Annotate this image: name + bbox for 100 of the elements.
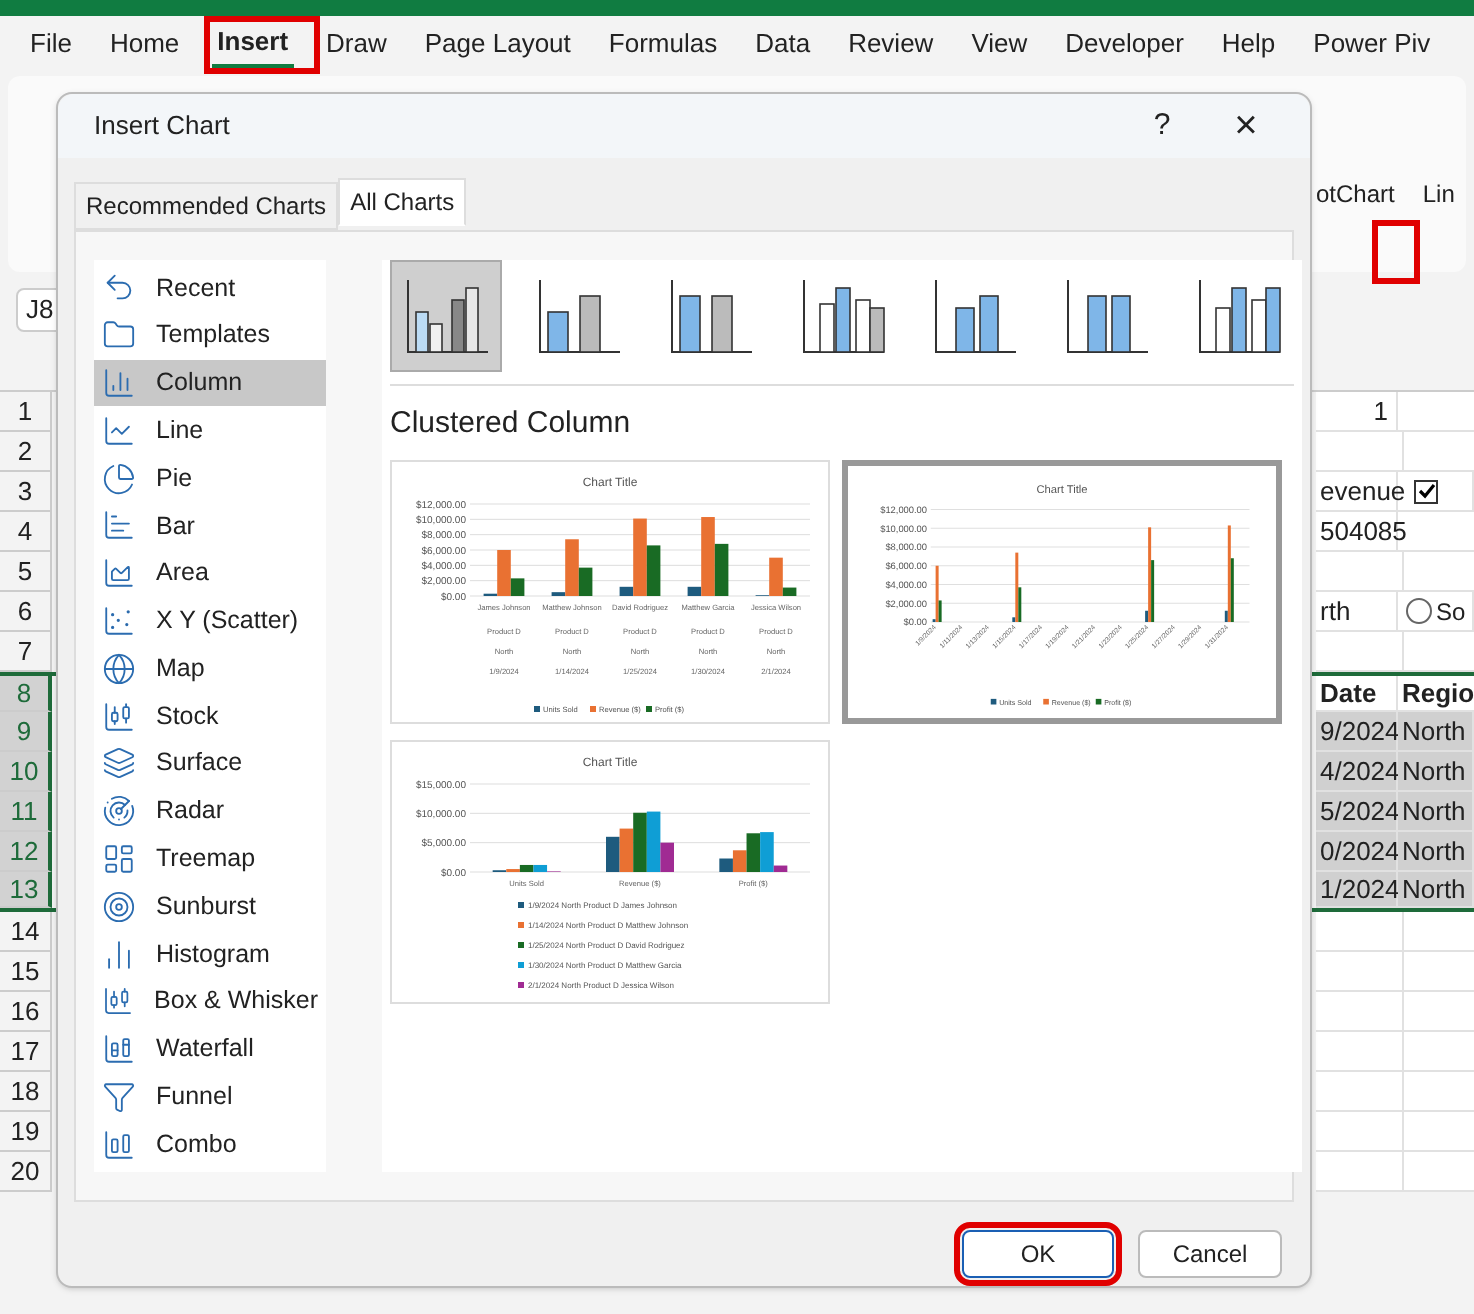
scatter-chart-icon [102,603,136,638]
chart-type-item[interactable]: Line [94,406,326,455]
table-cell-text: 1/2024 [1320,871,1400,908]
highlight-frame [204,16,320,74]
stacked-column-icon [102,1032,136,1067]
row-header[interactable]: 1 [0,392,52,432]
chart-type-item[interactable]: Treemap [94,835,326,883]
row-header[interactable]: 18 [0,1072,52,1112]
table-header-cell-text: Regio [1402,675,1474,712]
chart-type-item[interactable]: X Y (Scatter) [94,597,326,645]
table-cell-text: North [1402,713,1466,750]
ribbon-tab[interactable]: Insert [211,20,295,68]
cell-value: rth [1320,593,1351,630]
row-header[interactable]: 17 [0,1032,52,1072]
chart-type-item[interactable]: Column [94,359,326,407]
checkbox[interactable] [1414,479,1438,503]
cell-value: 504085 [1320,513,1407,550]
row-header[interactable]: 6 [0,592,52,632]
globe-icon [102,651,136,686]
ribbon-tab[interactable]: Power Piv [1307,20,1437,68]
chart-type-item[interactable]: Bar [94,501,326,550]
row-header[interactable]: 14 [0,912,52,952]
funnel-icon [102,1079,136,1114]
chart-type-item[interactable]: Pie [94,454,326,502]
cancel-button[interactable]: Cancel [1138,1230,1282,1278]
chart-type-item[interactable]: Funnel [94,1073,326,1121]
row-header[interactable]: 13 [0,872,52,908]
ribbon-tab[interactable]: Home [103,20,186,68]
help-button[interactable]: ? [1134,103,1190,149]
chart-type-item[interactable]: Waterfall [94,1025,326,1074]
line-chart-icon [102,413,136,448]
chart-type-item[interactable]: Radar [94,787,326,836]
table-header-cell-text: Date [1320,675,1377,712]
chart-type-item[interactable]: Surface [94,739,326,788]
row-header[interactable]: 10 [0,752,52,792]
target-icon [102,889,136,924]
ribbon-button[interactable]: Lin [1422,176,1455,212]
chart-type-item[interactable]: Sunburst [94,882,326,931]
table-cell-text: North [1402,871,1466,908]
ribbon-tab[interactable]: View [965,20,1034,68]
row-header[interactable]: 8 [0,676,52,712]
row-header[interactable]: 5 [0,552,52,592]
chart-type-item[interactable]: Box & Whisker [94,977,326,1026]
dialog-title: Insert Chart [94,108,232,145]
ribbon-tab[interactable]: Data [749,20,817,68]
row-header[interactable]: 2 [0,432,52,472]
treemap-icon [102,841,136,876]
row-header[interactable]: 11 [0,792,52,832]
row-header[interactable]: 9 [0,712,52,752]
close-button[interactable]: × [1218,106,1274,146]
row-header[interactable]: 7 [0,632,52,672]
table-cell-text: 4/2024 [1320,753,1400,790]
row-header[interactable]: 15 [0,952,52,992]
folder-icon [102,318,136,353]
ribbon-tab[interactable]: File [24,20,78,68]
table-cell-text: North [1402,793,1466,830]
ribbon-tab[interactable]: Help [1215,20,1282,68]
undo-arrow-icon [102,270,136,305]
ribbon-tab[interactable]: Review [842,20,940,68]
row-header[interactable]: 16 [0,992,52,1032]
radio-label: So [1436,595,1466,629]
bar-chart-icon [102,508,136,543]
chart-type-item[interactable]: Area [94,549,326,598]
chart-type-item[interactable]: Combo [94,1120,326,1169]
table-cell-text: 5/2024 [1320,793,1400,830]
highlight-frame [1372,220,1420,284]
row-header[interactable]: 12 [0,832,52,872]
ribbon-tab[interactable]: Formulas [602,20,724,68]
cell-value: evenue [1320,473,1406,510]
area-chart-icon [102,556,136,591]
chart-type-item[interactable]: Stock [94,692,326,740]
table-cell-text: North [1402,753,1466,790]
chart-type-item[interactable]: Recent [94,264,326,312]
row-header[interactable]: 19 [0,1112,52,1152]
row-header[interactable]: 4 [0,512,52,552]
chart-type-item[interactable]: Map [94,644,326,693]
radio-button[interactable] [1406,598,1432,624]
chart-subtype-button[interactable] [390,260,502,372]
ribbon-button[interactable]: otChart [1316,176,1395,212]
cell-value: 1 [1373,393,1388,430]
chart-subtype-title: Clustered Column [390,404,633,444]
table-cell-text: 0/2024 [1320,833,1400,870]
column-chart-icon [102,365,136,400]
candlestick-chart-icon [102,699,136,734]
chart-preview[interactable] [842,459,1282,723]
ribbon-tab[interactable]: Page Layout [418,20,577,68]
table-cell-text: North [1402,833,1466,870]
ribbon-tab[interactable]: Draw [320,20,393,68]
pie-chart-icon [102,461,136,496]
chart-type-item[interactable]: Templates [94,311,326,360]
row-header[interactable]: 20 [0,1152,52,1192]
row-header[interactable]: 3 [0,472,52,512]
dialog-tab[interactable]: All Charts [338,178,467,226]
ribbon-tab[interactable]: Developer [1059,20,1190,68]
chart-type-item[interactable]: Histogram [94,930,326,978]
radar-icon [102,794,136,829]
box-whisker-icon [102,984,135,1019]
table-cell-text: 9/2024 [1320,713,1400,750]
dialog-tab[interactable]: Recommended Charts [74,182,339,230]
histogram-icon [102,937,136,972]
